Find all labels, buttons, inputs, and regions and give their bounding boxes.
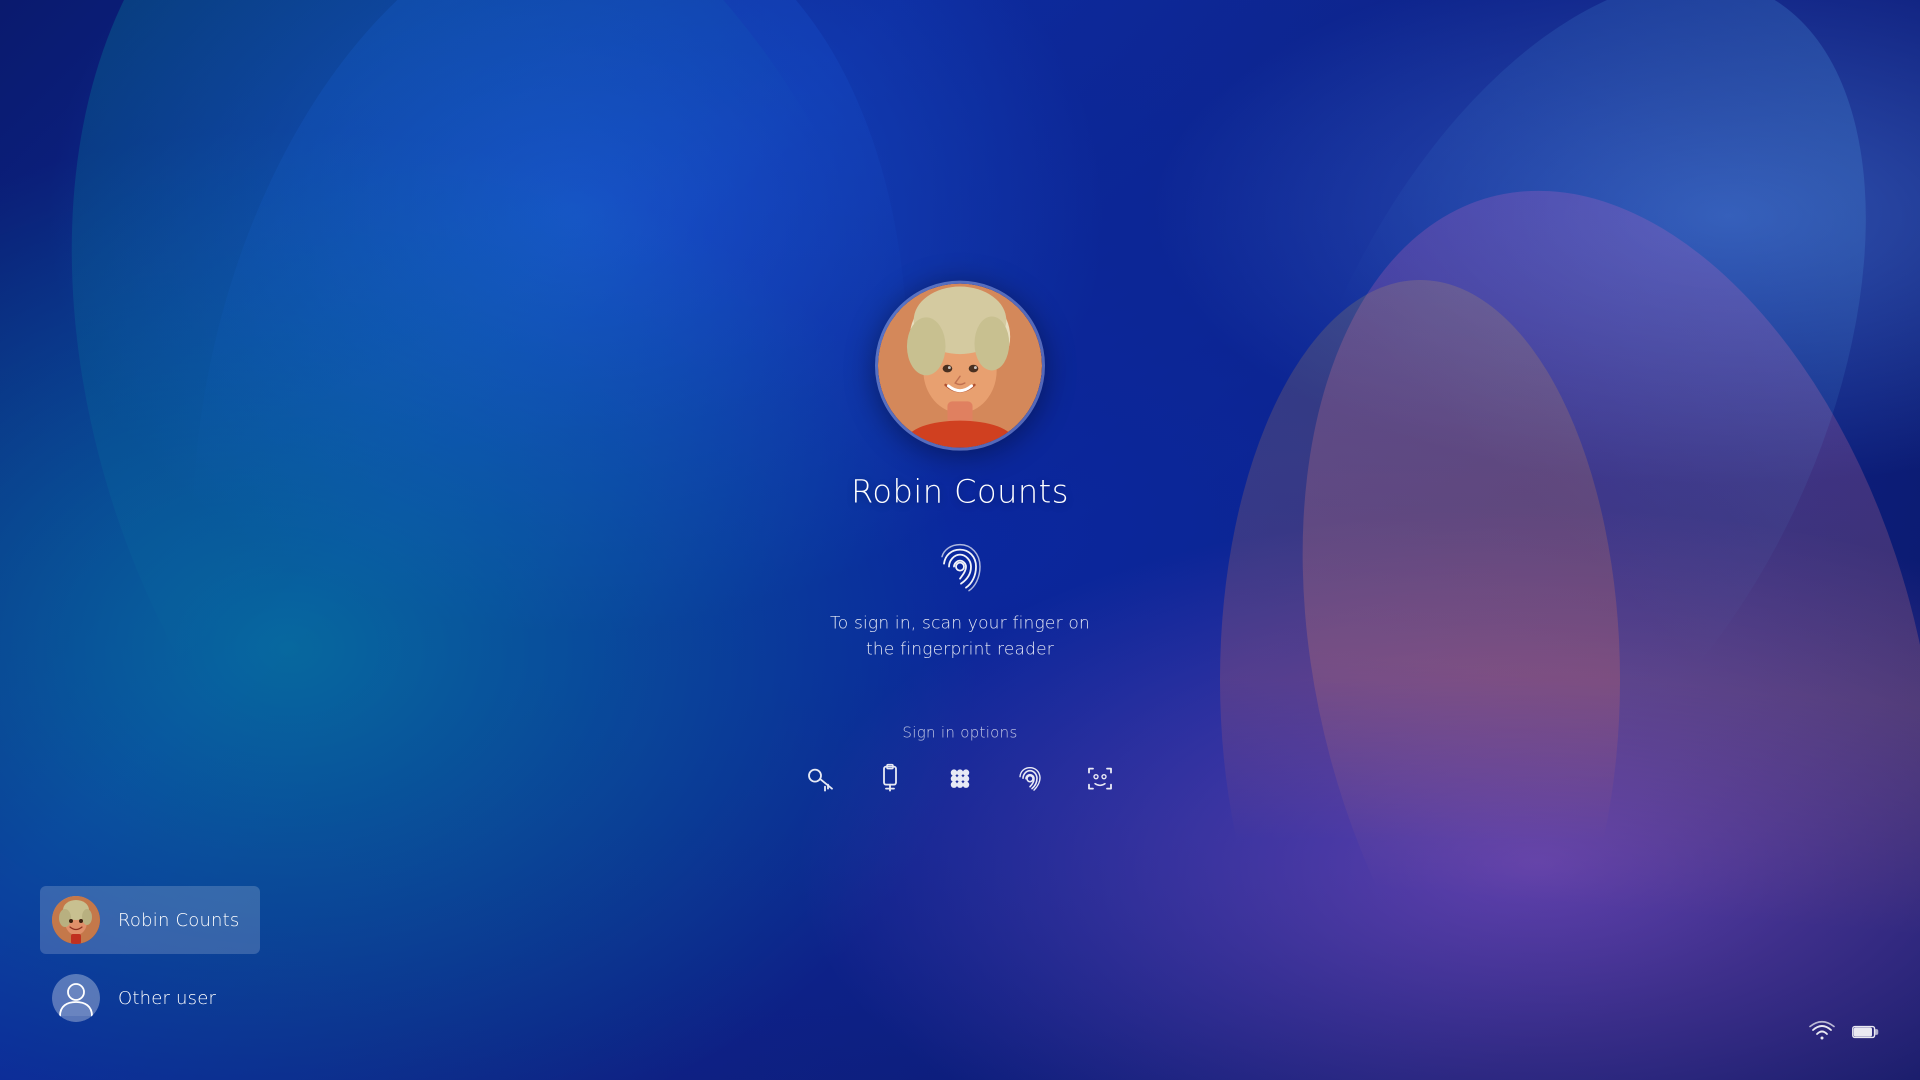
user-name-robin: Robin Counts — [118, 910, 240, 931]
user-item-other[interactable]: Other user — [40, 964, 260, 1032]
user-avatar — [875, 281, 1045, 451]
system-tray — [1808, 1018, 1880, 1050]
signin-key-button[interactable] — [799, 757, 841, 799]
login-panel: Robin Counts To sign in, scan your finge… — [799, 281, 1121, 800]
wifi-icon[interactable] — [1808, 1018, 1836, 1050]
user-name-other: Other user — [118, 988, 216, 1009]
fingerprint-scan-icon — [934, 541, 986, 593]
signin-usb-button[interactable] — [869, 757, 911, 799]
signin-face-button[interactable] — [1079, 757, 1121, 799]
fingerprint-hint: To sign in, scan your finger on the fing… — [830, 611, 1090, 664]
avatar-image — [878, 284, 1042, 448]
user-avatar-robin — [52, 896, 100, 944]
login-username: Robin Counts — [851, 473, 1069, 511]
user-avatar-other — [52, 974, 100, 1022]
signin-options-row — [799, 757, 1121, 799]
user-item-robin[interactable]: Robin Counts — [40, 886, 260, 954]
signin-options-label: Sign in options — [902, 723, 1017, 741]
signin-pin-button[interactable] — [939, 757, 981, 799]
battery-icon[interactable] — [1852, 1018, 1880, 1050]
signin-fingerprint-button[interactable] — [1009, 757, 1051, 799]
user-switcher: Robin Counts Other user — [40, 886, 260, 1032]
